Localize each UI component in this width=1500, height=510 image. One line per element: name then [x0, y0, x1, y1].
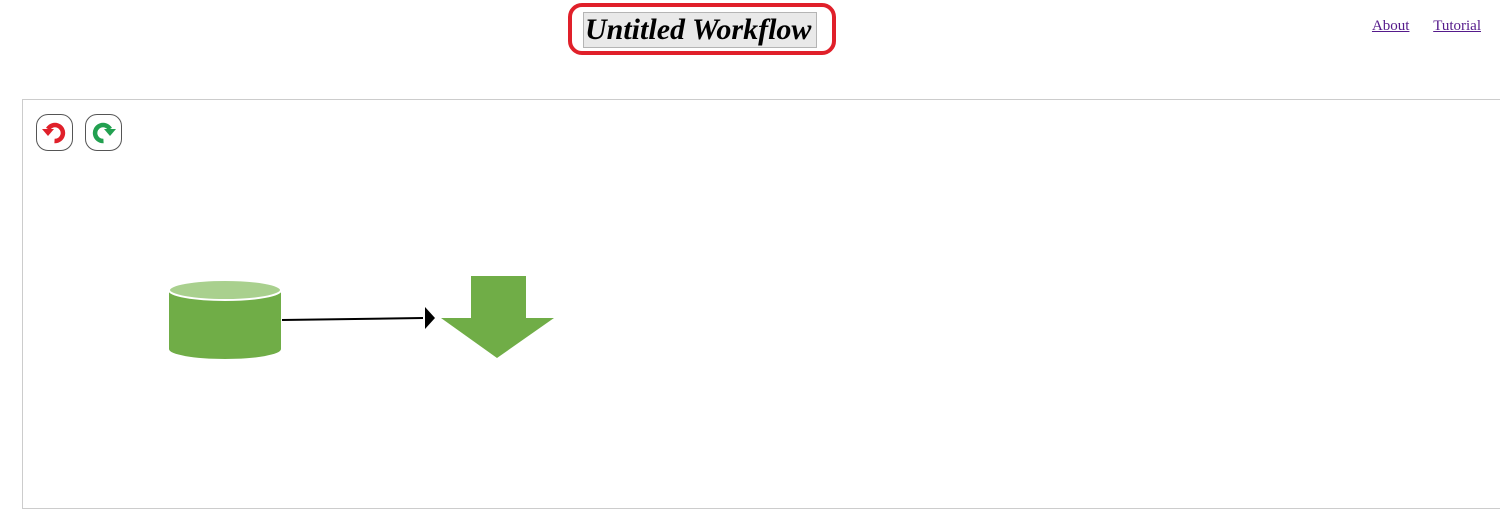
down-arrow-icon	[441, 276, 554, 358]
database-icon	[168, 279, 282, 301]
workflow-diagram	[168, 276, 554, 359]
workflow-title-input[interactable]: Untitled Workflow	[583, 12, 817, 48]
tutorial-link[interactable]: Tutorial	[1433, 18, 1481, 34]
title-highlight: Untitled Workflow	[568, 3, 836, 55]
database-node[interactable]	[168, 279, 282, 359]
top-nav: About Tutorial	[1352, 18, 1481, 35]
about-link[interactable]: About	[1372, 18, 1410, 34]
arrowhead-icon	[425, 307, 435, 329]
output-node[interactable]	[441, 276, 554, 358]
workflow-canvas[interactable]	[22, 99, 1500, 509]
edge-connector[interactable]	[281, 307, 435, 329]
